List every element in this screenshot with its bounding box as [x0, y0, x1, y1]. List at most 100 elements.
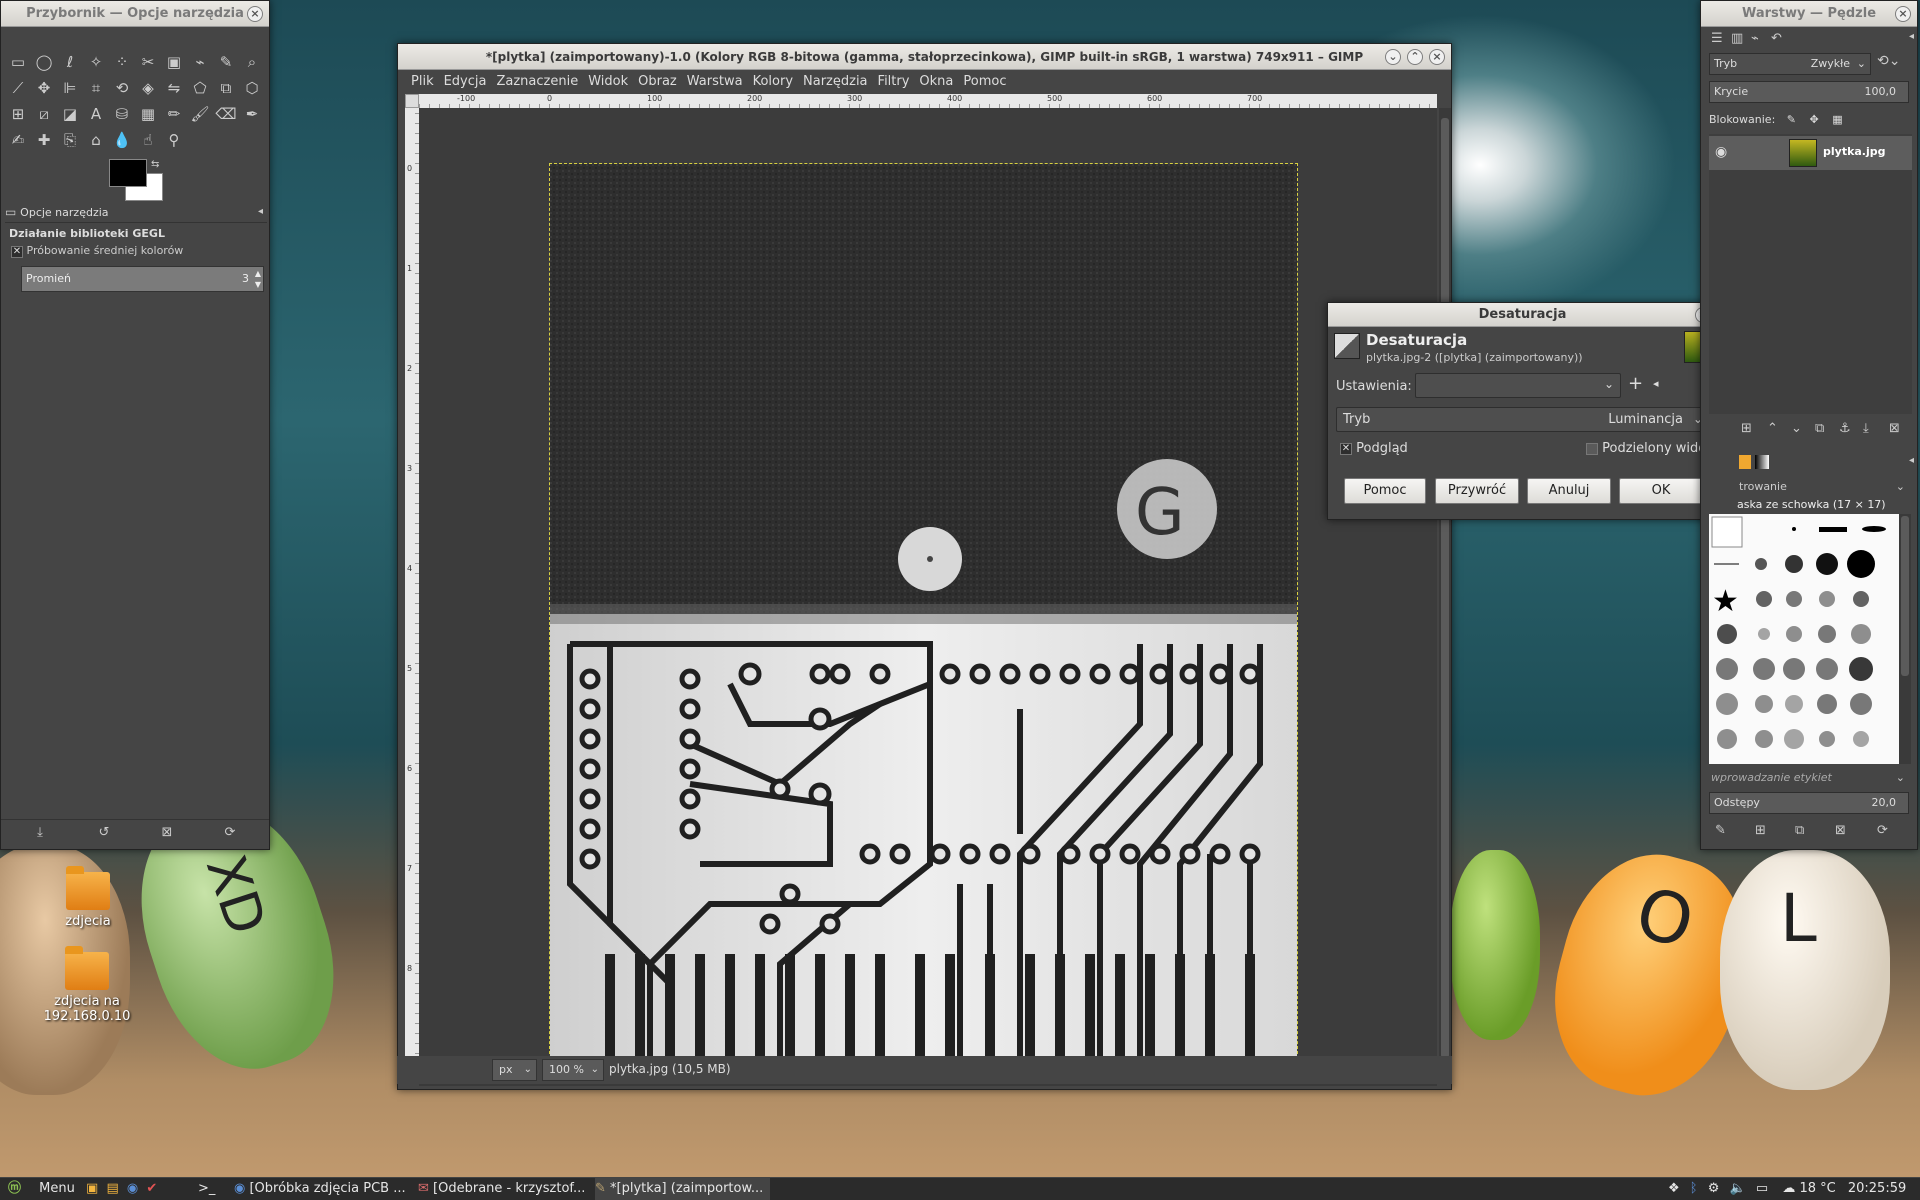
unified-transform-icon[interactable]: ⊞ [7, 103, 29, 125]
radius-value[interactable]: 3 [242, 272, 249, 285]
spacing-value[interactable]: 20,0 [1872, 793, 1897, 813]
bluetooth-icon[interactable]: ᛒ [1690, 1181, 1698, 1196]
clone-icon[interactable]: ⎘ [59, 129, 81, 151]
perspective-icon[interactable]: ⬡ [241, 77, 263, 99]
scissors-icon[interactable]: ✂ [137, 51, 159, 73]
layer-row[interactable]: ◉ plytka.jpg [1709, 136, 1912, 170]
preview-row[interactable]: ✕ Podgląd [1340, 441, 1408, 456]
select-by-color-icon[interactable]: ⁘ [111, 51, 133, 73]
warp-icon[interactable]: ◈ [137, 77, 159, 99]
anchor-layer-icon[interactable]: ⚓ [1839, 421, 1851, 436]
delete-options-icon[interactable]: ⊠ [156, 822, 178, 844]
tab-menu-icon[interactable]: ◂ [1909, 31, 1914, 42]
menu-zaznaczenie[interactable]: Zaznaczenie [491, 70, 583, 94]
close-icon[interactable]: × [247, 6, 263, 22]
settings-icon[interactable]: ⚙ [1708, 1181, 1720, 1196]
help-button[interactable]: Pomoc [1344, 478, 1426, 504]
merge-layer-icon[interactable]: ⤓ [1863, 421, 1869, 436]
layers-tab-icon[interactable]: ☰ [1711, 31, 1723, 46]
opacity-field[interactable]: Krycie 100,0 [1709, 81, 1909, 103]
clock[interactable]: 20:25:59 [1848, 1181, 1906, 1196]
network-icon[interactable]: ▭ [1756, 1181, 1768, 1196]
preview-checkbox[interactable]: ✕ [1340, 442, 1352, 455]
desktop-icon-zdjecia-network[interactable]: zdjecia na 192.168.0.10 [17, 946, 157, 1024]
move-icon[interactable]: ✥ [33, 77, 55, 99]
vertical-scrollbar[interactable] [1439, 108, 1451, 1074]
duplicate-layer-icon[interactable]: ⧉ [1815, 421, 1824, 436]
start-menu-button[interactable]: ⓜ Menu [8, 1177, 75, 1200]
terminal-icon[interactable]: >_ [198, 1177, 215, 1200]
perspective-clone-icon[interactable]: ⌂ [85, 129, 107, 151]
dodge-icon[interactable]: ⚲ [163, 129, 185, 151]
unit-select[interactable]: px ⌄ [492, 1059, 537, 1081]
handle-transform-icon[interactable]: ⧉ [215, 77, 237, 99]
spin-arrows-icon[interactable]: ▲ ▼ [255, 268, 261, 290]
desktop-icon-zdjecia[interactable]: zdjecia [33, 866, 143, 929]
pattern-swatch[interactable] [1739, 455, 1751, 469]
files-icon[interactable]: ▣ [86, 1181, 98, 1196]
pencil-icon[interactable]: ✏ [163, 103, 185, 125]
menu-widok[interactable]: Widok [583, 70, 633, 94]
new-brush-icon[interactable]: ⊞ [1755, 823, 1766, 838]
reset-button[interactable]: Przywróć [1435, 478, 1519, 504]
split-view-checkbox[interactable] [1586, 442, 1598, 455]
gradient-icon[interactable]: ▦ [137, 103, 159, 125]
tasks-icon[interactable]: ✔ [146, 1181, 157, 1196]
menu-kolory[interactable]: Kolory [748, 70, 798, 94]
fuzzy-select-icon[interactable]: ✧ [85, 51, 107, 73]
airbrush-icon[interactable]: ✒ [241, 103, 263, 125]
dialog-titlebar[interactable]: Desaturacja × [1328, 303, 1717, 327]
gradient-swatch[interactable] [1755, 455, 1769, 469]
zoom-icon[interactable]: ⌕ [241, 51, 263, 73]
vertical-ruler[interactable]: 0 1 2 3 4 5 6 7 8 9 [405, 108, 419, 1074]
menu-edycja[interactable]: Edycja [439, 70, 492, 94]
lock-alpha-icon[interactable]: ▦ [1832, 113, 1842, 126]
zoom-select[interactable]: 100 % ⌄ [542, 1059, 604, 1081]
toolbox-titlebar[interactable]: Przybornik — Opcje narzędzia × [1, 1, 269, 27]
ellipse-select-icon[interactable]: ◯ [33, 51, 55, 73]
taskbar-item-browser[interactable]: ◉ [Obróbka zdjęcia PCB ... [234, 1177, 412, 1200]
minimize-icon[interactable]: ⌄ [1385, 49, 1401, 65]
menu-obraz[interactable]: Obraz [633, 70, 682, 94]
tab-menu-icon[interactable]: ◂ [1909, 455, 1914, 466]
canvas-area[interactable]: G [419, 108, 1437, 1074]
edit-brush-icon[interactable]: ✎ [1715, 823, 1726, 838]
crop-icon[interactable]: ⌗ [85, 77, 107, 99]
brush-grid[interactable]: ★ [1709, 514, 1899, 764]
image-canvas[interactable]: G [549, 163, 1298, 1074]
brush-icon[interactable]: 🖌 [189, 103, 211, 125]
close-icon[interactable]: × [1895, 6, 1911, 22]
lock-position-icon[interactable]: ✥ [1810, 113, 1819, 126]
menu-pomoc[interactable]: Pomoc [958, 70, 1011, 94]
swap-colors-icon[interactable]: ⇆ [151, 159, 159, 170]
spacing-field[interactable]: Odstępy 20,0 [1709, 792, 1909, 814]
close-icon[interactable]: × [1429, 49, 1445, 65]
taskbar-item-mail[interactable]: ✉ [Odebrane - krzysztof... [418, 1177, 588, 1200]
tool-options-tab[interactable]: ▭ Opcje narzędzia ◂ [5, 205, 267, 223]
foreground-color[interactable] [109, 159, 147, 187]
menu-okna[interactable]: Okna [914, 70, 958, 94]
fg-bg-colors[interactable]: ⇆ [109, 159, 169, 203]
brush-filter-combo[interactable]: trowanie ⌄ [1709, 478, 1909, 496]
weather-icon[interactable]: ☁ [1782, 1181, 1795, 1196]
split-view-row[interactable]: Podzielony widok [1586, 441, 1714, 456]
image-window-titlebar[interactable]: *[plytka] (zaimportowany)-1.0 (Kolory RG… [398, 44, 1451, 70]
refresh-brushes-icon[interactable]: ⟳ [1877, 823, 1888, 838]
mode-value[interactable]: Luminancja [1608, 408, 1683, 431]
menu-narzedzia[interactable]: Narzędzia [798, 70, 873, 94]
blur-icon[interactable]: 💧 [111, 129, 133, 151]
paths-tab-icon[interactable]: ⌁ [1751, 31, 1759, 46]
restore-options-icon[interactable]: ↺ [93, 822, 115, 844]
menu-plik[interactable]: Plik [406, 70, 439, 94]
composite-mode-icon[interactable]: ⟲⌄ [1877, 53, 1900, 69]
paths-icon[interactable]: ⌁ [189, 51, 211, 73]
chromium-icon[interactable]: ◉ [127, 1181, 138, 1196]
volume-icon[interactable]: 🔈 [1730, 1181, 1746, 1196]
undo-tab-icon[interactable]: ↶ [1771, 31, 1782, 46]
mode-combo[interactable]: Tryb Luminancja ⌄ [1336, 407, 1710, 432]
tags-input[interactable]: wprowadzanie etykiet ⌄ [1709, 769, 1909, 787]
save-options-icon[interactable]: ⤓ [29, 822, 51, 844]
zoom-value[interactable]: 100 % [549, 1063, 584, 1076]
measure-icon[interactable]: ⟋ [7, 77, 29, 99]
maximize-icon[interactable]: ⌃ [1407, 49, 1423, 65]
